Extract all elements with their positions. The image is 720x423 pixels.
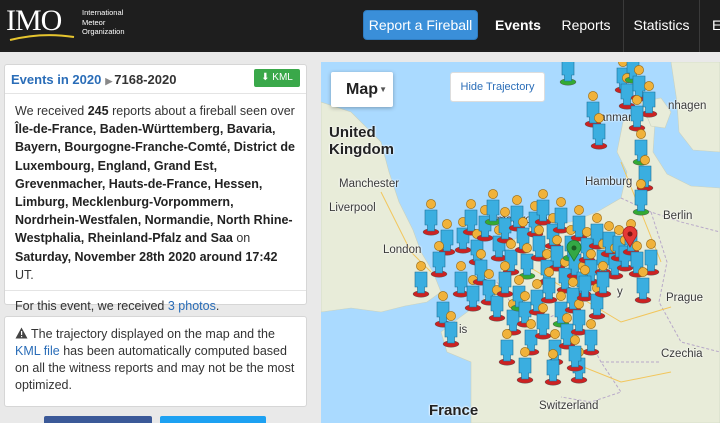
witness-pin-icon[interactable] bbox=[634, 266, 652, 304]
download-icon: ⬇ bbox=[261, 72, 270, 83]
desc-intro: We received bbox=[15, 104, 85, 118]
map-label-czechia: Czechia bbox=[661, 348, 703, 360]
event-date: Saturday, November 28th 2020 bbox=[15, 249, 197, 264]
witness-pin-icon[interactable] bbox=[412, 260, 430, 298]
witness-pin-icon[interactable] bbox=[632, 178, 650, 216]
event-description: We received 245 reports about a fireball… bbox=[5, 94, 306, 284]
witness-pin-icon[interactable] bbox=[516, 346, 534, 384]
map-label-liverpool: Liverpool bbox=[329, 202, 376, 214]
map-label-manchester: Manchester bbox=[339, 178, 400, 190]
trajectory-start-marker-icon[interactable] bbox=[566, 240, 582, 262]
panel-header: Events in 2020 ▶ 7168-2020 ⬇ KML bbox=[5, 65, 306, 94]
nav-statistics[interactable]: Statistics bbox=[623, 0, 700, 52]
breadcrumb-current: 7168-2020 bbox=[114, 72, 177, 87]
witness-pin-icon[interactable] bbox=[442, 310, 460, 348]
desc-mid: reports about a fireball seen over bbox=[112, 104, 295, 118]
hide-trajectory-button[interactable]: Hide Trajectory bbox=[450, 72, 545, 102]
notice-kml-link[interactable]: KML file bbox=[15, 344, 60, 358]
breadcrumb-arrow-icon: ▶ bbox=[105, 76, 113, 86]
kml-button-label: KML bbox=[272, 72, 293, 83]
top-navbar: IMO International Meteor Organization Re… bbox=[0, 0, 720, 52]
map-label-prague: Prague bbox=[666, 292, 704, 304]
map-label-london: London bbox=[383, 244, 422, 256]
witness-pin-icon[interactable] bbox=[628, 94, 646, 132]
map-label-paris: is bbox=[459, 324, 468, 336]
map-label-copenhagen: nhagen bbox=[668, 100, 707, 112]
imo-logo[interactable]: IMO International Meteor Organization bbox=[4, 4, 132, 44]
report-count: 245 bbox=[87, 104, 109, 118]
regions-list: Île-de-France, Baden-Württemberg, Bavari… bbox=[15, 122, 295, 246]
trajectory-end-marker-icon[interactable] bbox=[622, 226, 638, 248]
witness-pin-icon[interactable] bbox=[430, 240, 448, 278]
photos-end: . bbox=[215, 299, 220, 314]
logo-line: International bbox=[82, 8, 124, 17]
event-timezone: UT. bbox=[15, 267, 34, 282]
facebook-share-button[interactable] bbox=[44, 416, 152, 423]
warning-triangle-icon bbox=[15, 327, 28, 339]
logo-swoosh-icon bbox=[9, 34, 75, 41]
kml-download-button[interactable]: ⬇ KML bbox=[254, 69, 300, 87]
photos-intro: For this event, we received bbox=[15, 299, 165, 314]
nav-reports[interactable]: Reports bbox=[553, 0, 619, 52]
event-time: around 17:42 bbox=[199, 249, 278, 264]
logo-text: International Meteor Organization bbox=[82, 8, 125, 37]
map-label-switzerland: Switzerland bbox=[539, 400, 599, 412]
map-label-berlin: Berlin bbox=[663, 210, 693, 222]
witness-pin-icon[interactable] bbox=[559, 62, 577, 86]
desc-on: on bbox=[236, 231, 251, 246]
breadcrumb: Events in 2020 ▶ 7168-2020 bbox=[11, 72, 176, 87]
event-map[interactable]: Map ▼ Hide Trajectory United Kingdom Manc… bbox=[321, 62, 720, 423]
map-type-label: Map bbox=[346, 81, 378, 98]
twitter-share-button[interactable] bbox=[160, 416, 266, 423]
caret-down-icon: ▼ bbox=[379, 85, 387, 94]
trajectory-notice: The trajectory displayed on the map and … bbox=[4, 316, 307, 407]
map-label-kingdom: Kingdom bbox=[329, 141, 394, 158]
map-label-united: United bbox=[329, 124, 376, 141]
witness-pin-icon[interactable] bbox=[594, 260, 612, 298]
witness-pin-icon[interactable] bbox=[498, 328, 516, 366]
report-fireball-button[interactable]: Report a Fireball bbox=[363, 10, 478, 40]
map-type-selector[interactable]: Map ▼ bbox=[331, 72, 393, 107]
logo-line: Meteor bbox=[82, 17, 106, 27]
photos-link[interactable]: 3 photos bbox=[168, 299, 216, 313]
map-label-hamburg: Hamburg bbox=[585, 176, 633, 188]
notice-text-before: The trajectory displayed on the map and … bbox=[31, 327, 275, 341]
map-label-france: France bbox=[429, 402, 479, 419]
nav-events[interactable]: Events bbox=[486, 0, 550, 52]
logo-line: Organization bbox=[82, 27, 125, 36]
witness-pin-icon[interactable] bbox=[544, 348, 562, 386]
logo-mark: IMO bbox=[6, 4, 62, 37]
map-label-germany: y bbox=[617, 286, 623, 298]
witness-pin-icon[interactable] bbox=[590, 112, 608, 150]
event-panel: Events in 2020 ▶ 7168-2020 ⬇ KML We receiv… bbox=[4, 64, 307, 313]
nav-more[interactable]: E bbox=[704, 0, 720, 52]
breadcrumb-events-link[interactable]: Events in 2020 bbox=[11, 72, 101, 87]
witness-pin-icon[interactable] bbox=[566, 334, 584, 372]
